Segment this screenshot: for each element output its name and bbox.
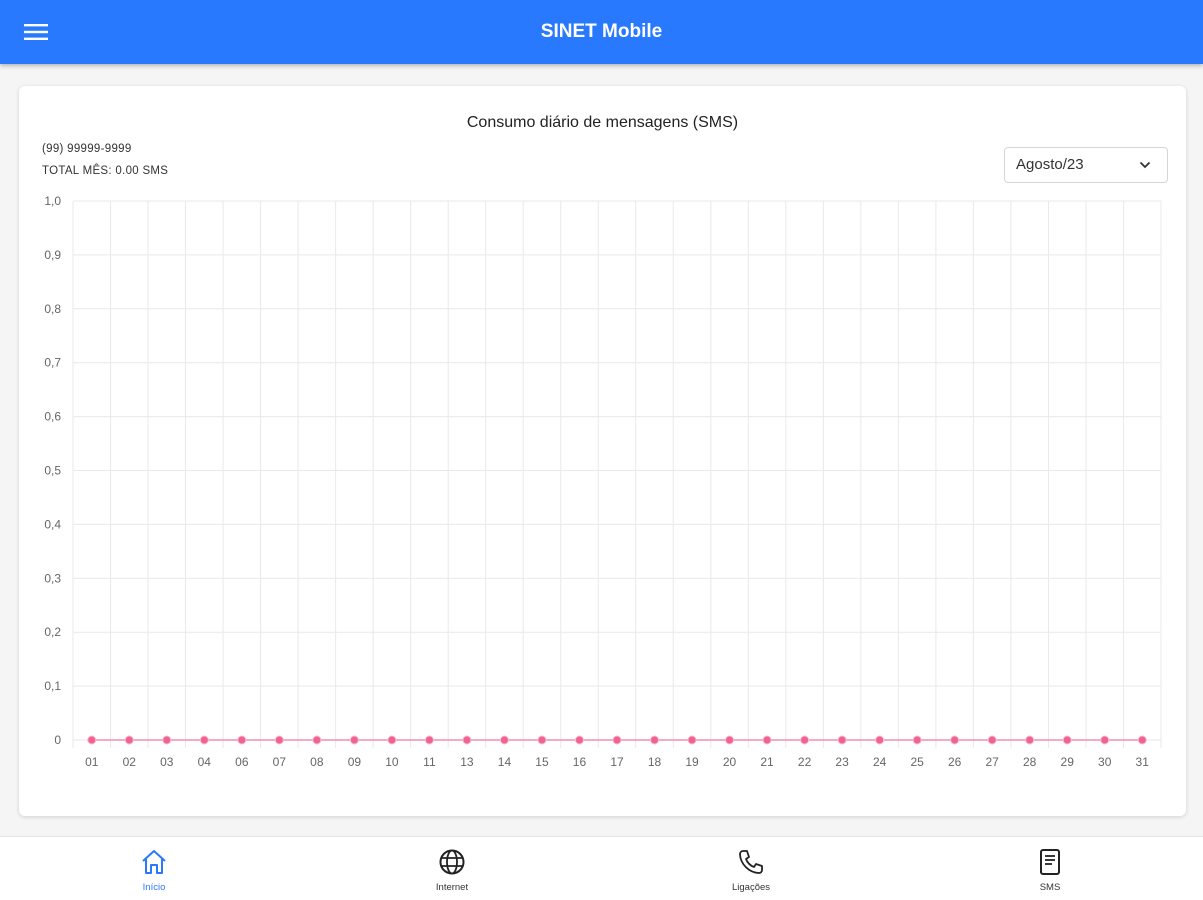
nav-item-ligacoes[interactable]: Ligações (671, 837, 831, 900)
data-point (800, 735, 810, 745)
data-point (1137, 735, 1147, 745)
y-tick-label: 0,5 (44, 464, 61, 478)
data-point (237, 735, 247, 745)
chevron-down-icon (1139, 161, 1151, 169)
data-point (725, 735, 735, 745)
sms-daily-chart: 0 0,1 0,2 0,3 0,4 0,5 0,6 0,7 0,8 0,9 1,0 01 02 03 04 0… (44, 194, 1162, 769)
x-tick-label: 19 (685, 755, 699, 769)
data-point (762, 735, 772, 745)
y-tick-label: 1,0 (44, 194, 61, 208)
phone-icon (739, 850, 763, 874)
x-tick-label: 10 (385, 755, 399, 769)
data-point (199, 735, 209, 745)
x-tick-label: 28 (1023, 755, 1037, 769)
nav-item-inicio[interactable]: Início (74, 837, 234, 900)
data-point (987, 735, 997, 745)
home-icon (142, 850, 166, 874)
data-point (1100, 735, 1110, 745)
x-tick-label: 14 (498, 755, 512, 769)
data-point (612, 735, 622, 745)
x-tick-label: 27 (985, 755, 999, 769)
x-tick-label: 18 (648, 755, 662, 769)
data-point (424, 735, 434, 745)
x-tick-label: 23 (835, 755, 849, 769)
y-tick-label: 0,2 (44, 625, 61, 639)
x-tick-label: 07 (273, 755, 287, 769)
nav-item-internet[interactable]: Internet (372, 837, 532, 900)
data-point (312, 735, 322, 745)
bottom-nav: Início Internet Ligações SMS (0, 836, 1203, 900)
y-tick-label: 0 (54, 733, 61, 747)
x-tick-label: 11 (423, 755, 436, 769)
app-bar: SINET Mobile (0, 0, 1203, 64)
data-point (950, 735, 960, 745)
y-tick-label: 0,9 (44, 248, 61, 262)
x-tick-label: 01 (85, 755, 99, 769)
phone-number: (99) 99999-9999 (42, 143, 132, 155)
nav-label-inicio: Início (142, 882, 166, 893)
x-tick-label: 31 (1136, 755, 1150, 769)
x-tick-label: 08 (310, 755, 324, 769)
month-select-value: Agosto/23 (1016, 156, 1084, 173)
data-point (537, 735, 547, 745)
x-tick-label: 16 (573, 755, 587, 769)
app-title: SINET Mobile (540, 21, 663, 42)
x-tick-label: 06 (235, 755, 249, 769)
data-point (574, 735, 584, 745)
data-point (499, 735, 509, 745)
data-point (1062, 735, 1072, 745)
x-tick-label: 21 (760, 755, 774, 769)
y-tick-label: 0,3 (44, 571, 61, 585)
globe-icon (439, 849, 465, 875)
y-tick-label: 0,4 (44, 517, 61, 531)
x-tick-label: 15 (535, 755, 549, 769)
data-point (875, 735, 885, 745)
x-tick-label: 20 (723, 755, 737, 769)
x-tick-label: 22 (798, 755, 812, 769)
data-point (162, 735, 172, 745)
nav-label-sms: SMS (1039, 882, 1061, 893)
x-tick-label: 02 (123, 755, 137, 769)
x-tick-label: 13 (460, 755, 474, 769)
x-tick-label: 25 (910, 755, 924, 769)
nav-label-internet: Internet (435, 882, 469, 893)
y-tick-label: 0,6 (44, 410, 61, 424)
y-tick-label: 0,7 (44, 356, 61, 370)
x-tick-label: 03 (160, 755, 174, 769)
y-tick-label: 0,8 (44, 302, 61, 316)
data-point (687, 735, 697, 745)
data-point (912, 735, 922, 745)
nav-item-sms[interactable]: SMS (970, 837, 1130, 900)
x-tick-label: 04 (198, 755, 212, 769)
data-point (87, 735, 97, 745)
data-point (837, 735, 847, 745)
data-point (387, 735, 397, 745)
data-point (349, 735, 359, 745)
x-tick-label: 29 (1061, 755, 1075, 769)
x-tick-label: 24 (873, 755, 887, 769)
nav-label-ligacoes: Ligações (731, 882, 771, 893)
data-point (650, 735, 660, 745)
data-point (462, 735, 472, 745)
sms-usage-card: 0 0,1 0,2 0,3 0,4 0,5 0,6 0,7 0,8 0,9 1,0 01 02 03 04 0… (19, 86, 1186, 816)
y-tick-label: 0,1 (44, 679, 61, 693)
sms-icon (1040, 849, 1060, 875)
x-tick-label: 09 (348, 755, 362, 769)
month-select[interactable]: Agosto/23 (1004, 147, 1168, 183)
data-point (124, 735, 134, 745)
total-month-label: TOTAL MÊS: 0.00 SMS (42, 165, 169, 177)
data-point (1025, 735, 1035, 745)
data-point (274, 735, 284, 745)
x-tick-label: 26 (948, 755, 962, 769)
chart-title: Consumo diário de mensagens (SMS) (466, 114, 739, 131)
x-tick-label: 17 (610, 755, 624, 769)
x-tick-label: 30 (1098, 755, 1112, 769)
